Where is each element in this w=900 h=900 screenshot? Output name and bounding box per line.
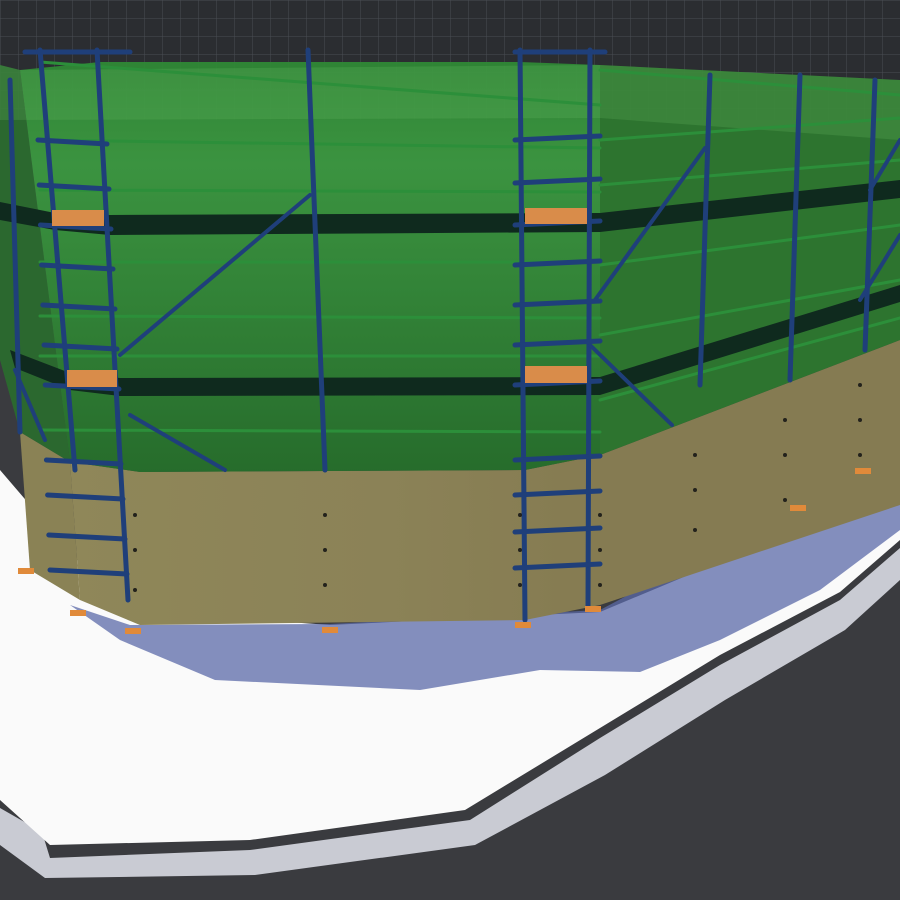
hoarding-bolt xyxy=(693,488,697,492)
hoarding-bolt xyxy=(518,513,522,517)
hoarding-bolt xyxy=(323,583,327,587)
hoarding-bolt xyxy=(598,513,602,517)
hoarding-bolt xyxy=(323,548,327,552)
hoarding-bolt xyxy=(518,548,522,552)
scaffold-board xyxy=(67,370,117,387)
hoarding-bolt xyxy=(598,583,602,587)
hoarding-bolt xyxy=(783,418,787,422)
base-plate xyxy=(125,628,141,634)
hoarding-bolt xyxy=(693,453,697,457)
hoarding-bolt xyxy=(133,588,137,592)
scaffold-board xyxy=(525,366,587,383)
scaffold-board xyxy=(52,210,104,226)
scaffold-board xyxy=(525,208,587,224)
hoarding-bolt xyxy=(858,383,862,387)
hoarding-bolt xyxy=(783,498,787,502)
ledger-front xyxy=(38,188,602,194)
hoarding-bolt xyxy=(133,548,137,552)
base-plate xyxy=(70,610,86,616)
hoarding-bolt xyxy=(133,513,137,517)
hoarding-bolt xyxy=(323,513,327,517)
3d-viewport[interactable] xyxy=(0,0,900,900)
hoarding-bolt xyxy=(858,418,862,422)
base-plate xyxy=(790,505,806,511)
hoarding-bolt xyxy=(858,453,862,457)
base-plate xyxy=(515,622,531,628)
hoarding-front xyxy=(70,455,600,625)
base-plate xyxy=(322,627,338,633)
ledger-front xyxy=(38,428,602,434)
hoarding-bolt xyxy=(518,583,522,587)
scaffold-scene[interactable] xyxy=(0,0,900,900)
base-plate xyxy=(855,468,871,474)
base-plate xyxy=(585,606,601,612)
base-plate xyxy=(18,568,34,574)
scaffold-standard xyxy=(585,47,593,611)
hoarding-bolt xyxy=(598,548,602,552)
hoarding-bolt xyxy=(783,453,787,457)
hoarding-bolt xyxy=(693,528,697,532)
